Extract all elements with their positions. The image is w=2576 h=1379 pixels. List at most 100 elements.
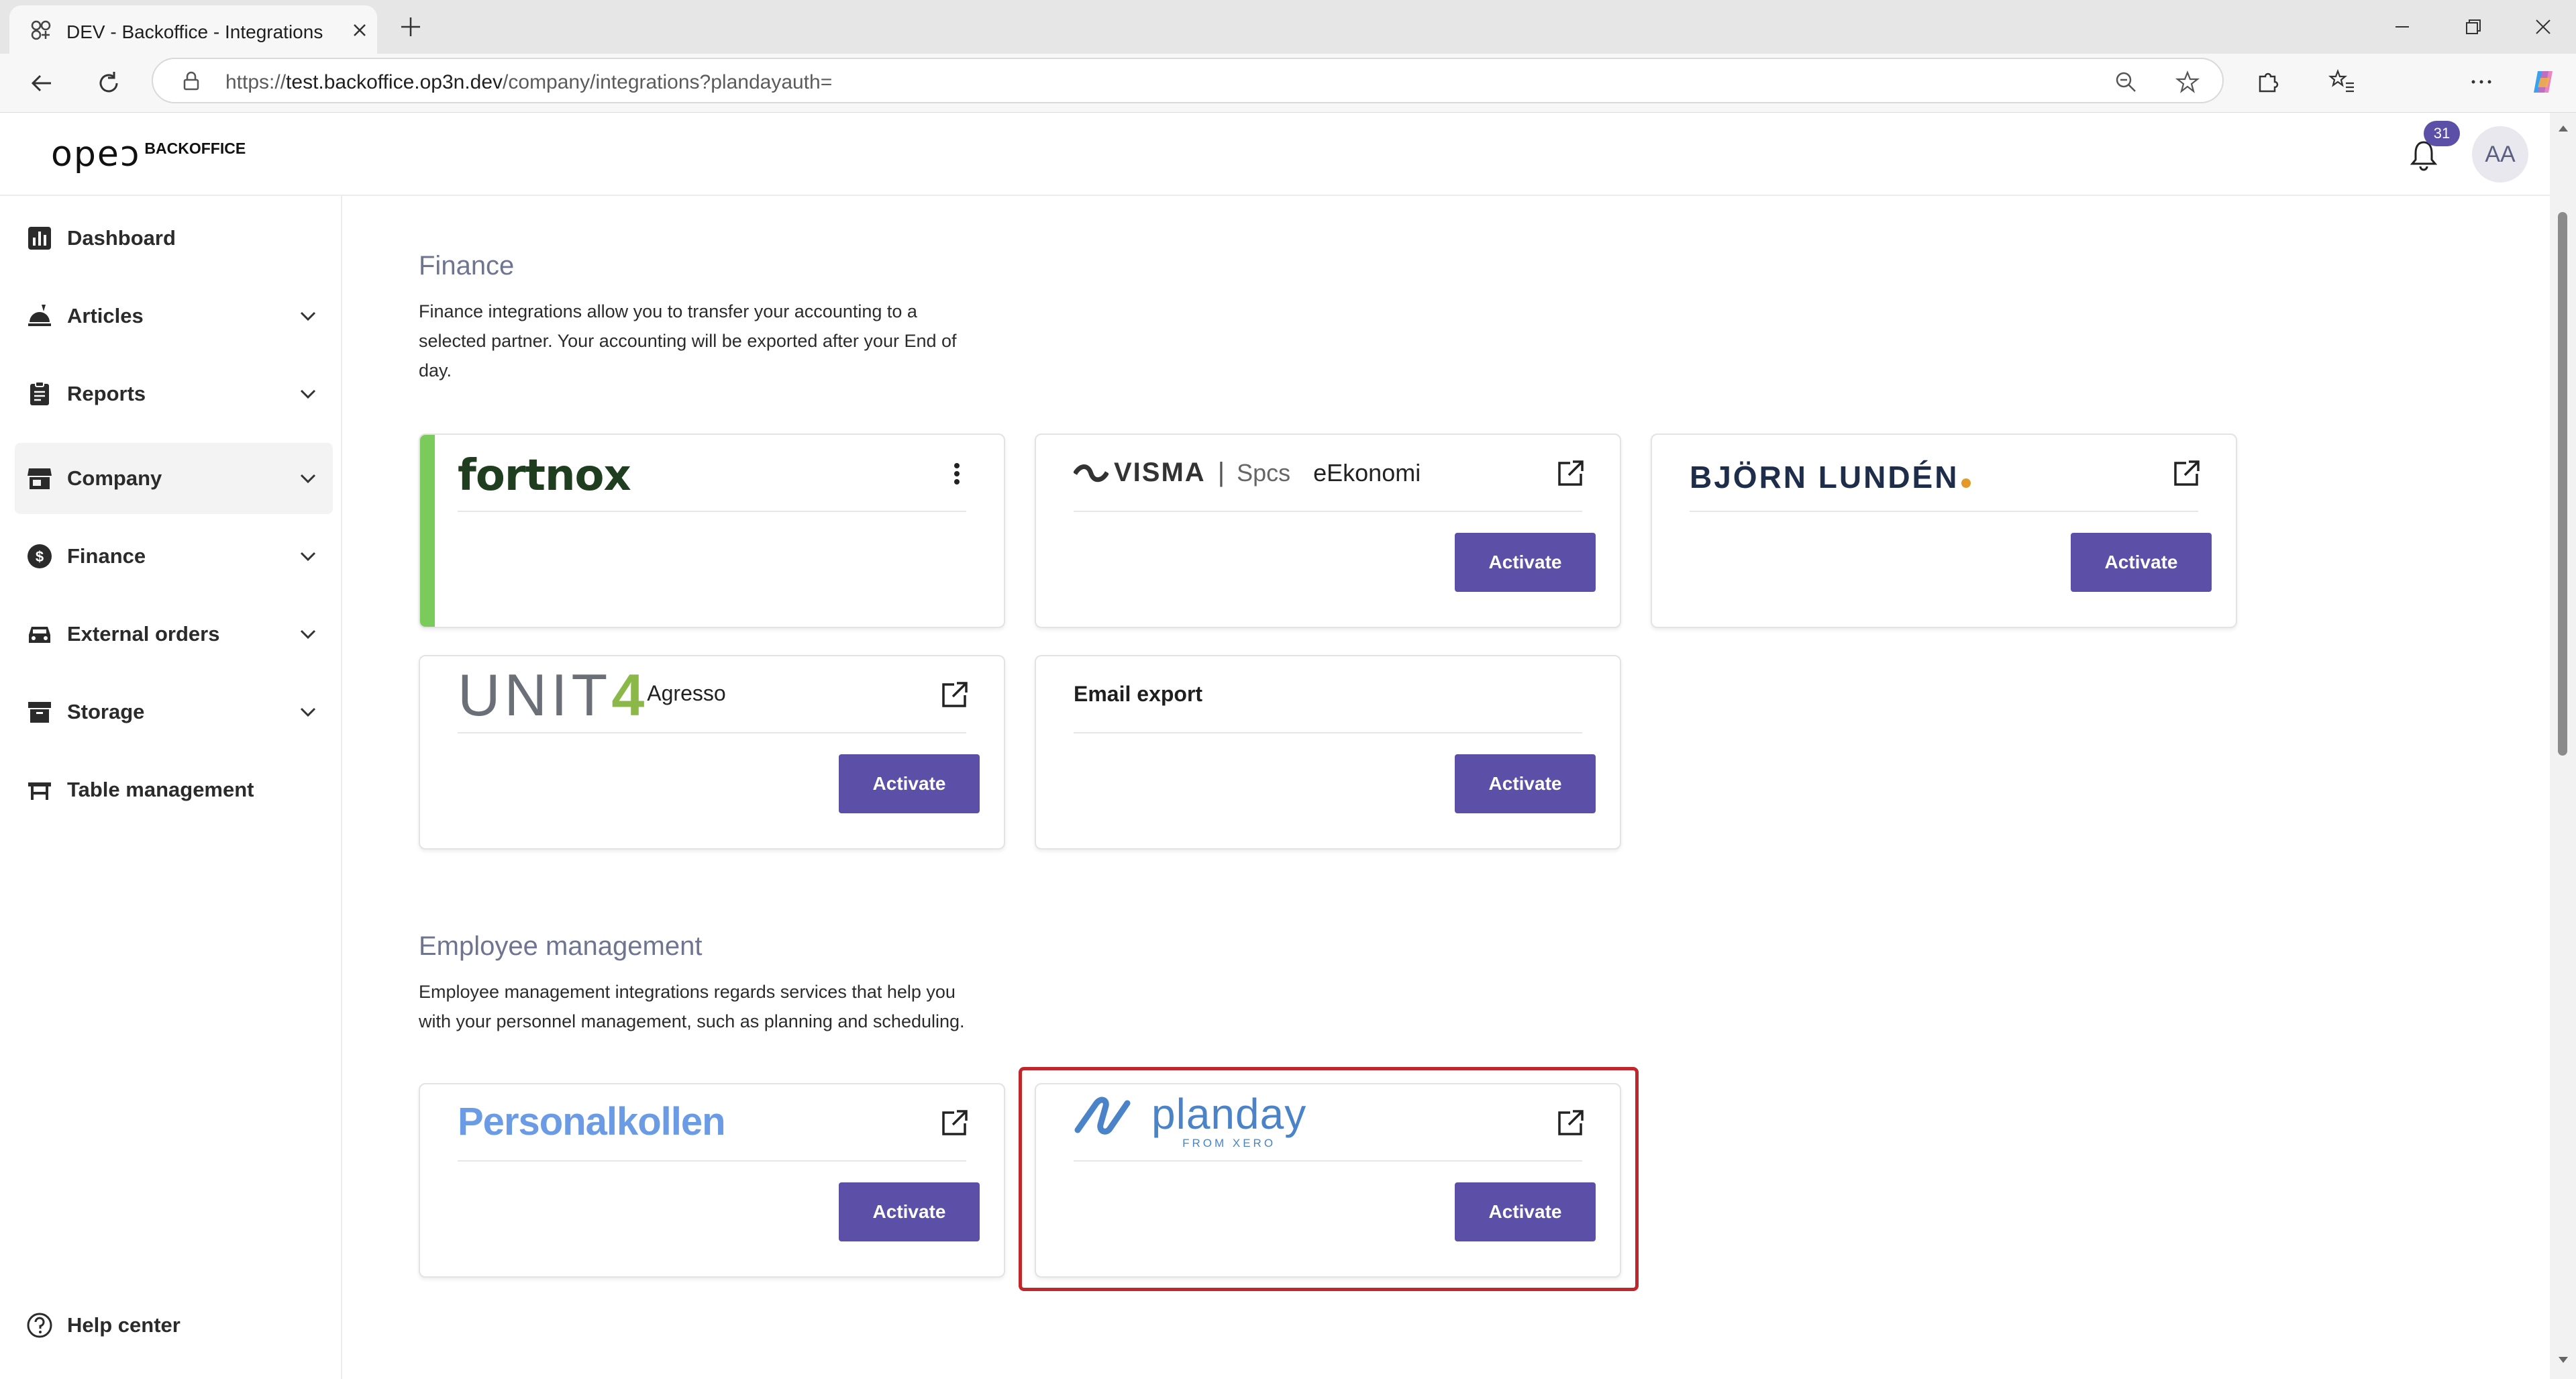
new-tab-icon[interactable] <box>397 13 424 40</box>
external-link-icon[interactable] <box>1555 459 1585 489</box>
visma-product: eEkonomi <box>1313 458 1421 487</box>
sidebar-item-label: Dashboard <box>67 226 176 250</box>
company-logo[interactable]: opeɔ BACKOFFICE <box>51 137 246 172</box>
logo-text: opeɔ <box>51 134 141 174</box>
sidebar-item-storage[interactable]: Storage <box>15 676 333 748</box>
activate-button[interactable]: Activate <box>1455 533 1596 592</box>
planday-highlight-box <box>1019 1067 1639 1291</box>
more-vertical-icon[interactable] <box>951 459 962 489</box>
card-divider <box>458 732 966 733</box>
chevron-down-icon[interactable] <box>295 699 321 725</box>
chevron-down-icon[interactable] <box>295 303 321 329</box>
finance-section-title: Finance <box>419 251 515 280</box>
visma-spcs: Spcs <box>1237 458 1291 487</box>
user-avatar[interactable]: AA <box>2472 126 2528 183</box>
close-tab-icon[interactable] <box>348 19 371 42</box>
favorites-icon[interactable] <box>2327 67 2357 97</box>
scroll-up-icon[interactable] <box>2557 122 2570 136</box>
card-divider <box>1690 511 2198 512</box>
notification-count-badge: 31 <box>2424 121 2460 146</box>
dollar-icon: $ <box>28 544 52 568</box>
chevron-down-icon[interactable] <box>295 381 321 407</box>
extensions-icon[interactable] <box>2253 67 2283 97</box>
browser-toolbar: https://test.backoffice.op3n.dev/company… <box>0 54 2576 113</box>
visma-swoosh-icon <box>1074 464 1109 482</box>
url-prefix: https:// <box>225 71 287 93</box>
external-link-icon[interactable] <box>939 680 969 710</box>
car-icon <box>29 627 50 643</box>
visma-brand: VISMA <box>1114 458 1206 487</box>
sidebar-item-company[interactable]: Company <box>15 443 333 514</box>
visma-logo: VISMA | Spcs eEkonomi <box>1074 458 1421 488</box>
sidebar-item-dashboard[interactable]: Dashboard <box>15 203 333 274</box>
finance-description-line: selected partner. Your accounting will b… <box>419 331 957 351</box>
chevron-down-icon[interactable] <box>295 466 321 491</box>
active-indicator <box>420 435 435 627</box>
archive-box-icon <box>28 702 51 723</box>
sidebar-item-label: Table management <box>67 778 254 801</box>
card-divider <box>458 1160 966 1162</box>
zoom-out-icon[interactable] <box>2114 70 2138 94</box>
sidebar-item-label: External orders <box>67 622 220 646</box>
bjorn-lunden-logo: BJÖRN LUNDÉN <box>1690 459 1971 495</box>
sidebar: Dashboard Articles Reports Company $ Fin… <box>0 196 342 1379</box>
back-icon[interactable] <box>27 68 56 98</box>
scroll-down-icon[interactable] <box>2557 1353 2570 1366</box>
employee-section-title: Employee management <box>419 931 703 961</box>
address-bar[interactable]: https://test.backoffice.op3n.dev/company… <box>152 58 2224 103</box>
fortnox-logo: fortnox <box>458 451 631 501</box>
help-icon <box>27 1313 52 1338</box>
help-center-link[interactable]: Help center <box>15 1288 333 1362</box>
favorite-star-icon[interactable] <box>2175 70 2200 94</box>
visma-separator: | <box>1217 458 1225 487</box>
external-link-icon[interactable] <box>2171 459 2201 489</box>
app-header: opeɔ BACKOFFICE 31 AA <box>0 113 2550 196</box>
lock-icon[interactable] <box>180 70 203 93</box>
external-link-icon[interactable] <box>939 1109 969 1138</box>
personalkollen-integration-card: Personalkollen Activate <box>419 1083 1005 1278</box>
logo-subtitle: BACKOFFICE <box>144 140 246 157</box>
url-host: test.backoffice.op3n.dev <box>286 71 503 93</box>
reload-icon[interactable] <box>94 68 123 98</box>
table-icon <box>28 782 51 800</box>
bjorn-lunden-integration-card: BJÖRN LUNDÉN Activate <box>1651 433 2237 628</box>
sidebar-item-external-orders[interactable]: External orders <box>15 599 333 670</box>
finance-section-description: Finance integrations allow you to transf… <box>419 297 957 385</box>
sidebar-item-finance[interactable]: $ Finance <box>15 521 333 592</box>
bjorn-lunden-brand: BJÖRN LUNDÉN <box>1690 460 1959 495</box>
close-window-icon[interactable] <box>2531 15 2555 39</box>
restore-icon[interactable] <box>2461 15 2485 39</box>
url-text[interactable]: https://test.backoffice.op3n.dev/company… <box>225 71 832 94</box>
sidebar-item-articles[interactable]: Articles <box>15 280 333 352</box>
scrollbar-thumb[interactable] <box>2558 212 2567 756</box>
bar-chart-icon <box>28 227 51 250</box>
more-options-icon[interactable] <box>2467 67 2496 97</box>
copilot-icon[interactable] <box>2528 67 2558 97</box>
unit4-logo: UNIT 4 Agresso <box>458 666 726 725</box>
sidebar-item-table-management[interactable]: Table management <box>15 754 333 825</box>
finance-description-line: day. <box>419 360 452 380</box>
card-divider <box>458 511 966 512</box>
sidebar-item-label: Storage <box>67 700 145 723</box>
employee-description-line: with your personnel management, such as … <box>419 1011 965 1031</box>
minimize-icon[interactable] <box>2390 15 2414 39</box>
activate-button[interactable]: Activate <box>1455 754 1596 813</box>
sidebar-item-label: Company <box>67 466 162 490</box>
chevron-down-icon[interactable] <box>295 544 321 569</box>
activate-button[interactable]: Activate <box>839 1182 980 1241</box>
employee-section-description: Employee management integrations regards… <box>419 977 965 1036</box>
unit4-product: Agresso <box>647 681 726 705</box>
browser-tab[interactable]: DEV - Backoffice - Integrations <box>9 5 377 54</box>
unit4-brand: UNIT <box>458 662 612 728</box>
sidebar-item-reports[interactable]: Reports <box>15 358 333 429</box>
food-tray-icon <box>28 305 51 326</box>
activate-button[interactable]: Activate <box>2071 533 2212 592</box>
clipboard-icon <box>30 381 49 405</box>
activate-button[interactable]: Activate <box>839 754 980 813</box>
chevron-down-icon[interactable] <box>295 621 321 647</box>
card-divider <box>1074 732 1582 733</box>
sidebar-item-label: Articles <box>67 304 144 327</box>
page-scrollbar[interactable] <box>2550 113 2576 1379</box>
url-path: /company/integrations?plandayauth= <box>503 71 833 93</box>
sidebar-item-label: Reports <box>67 382 146 405</box>
